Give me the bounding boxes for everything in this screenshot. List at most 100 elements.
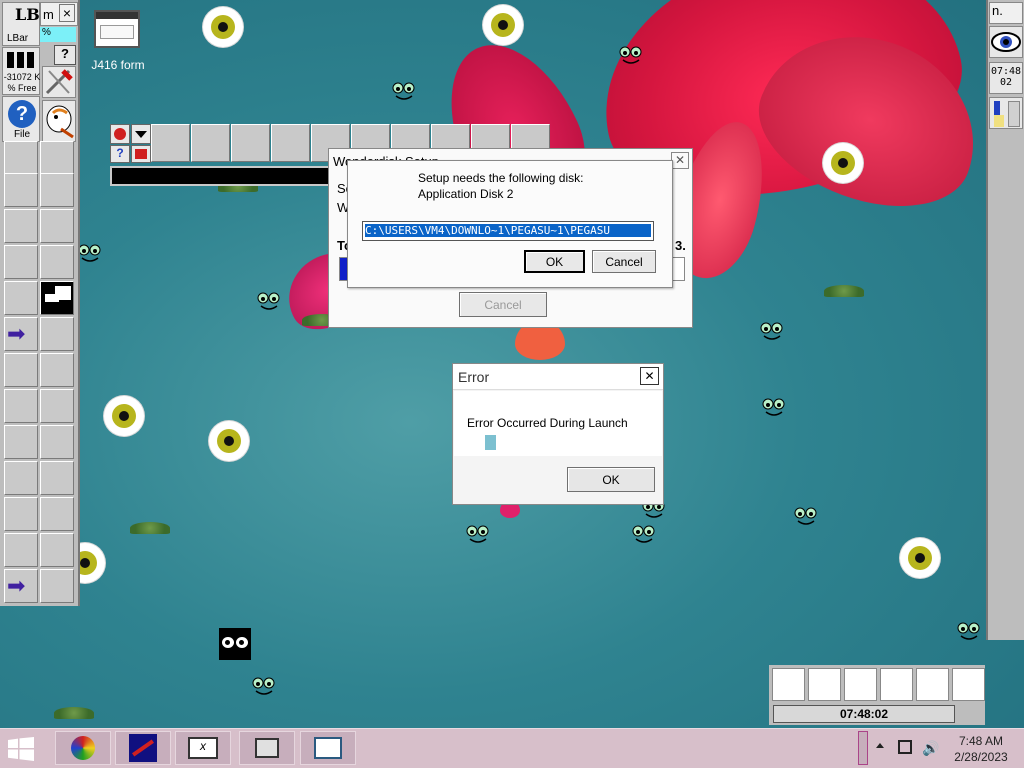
toolbar-slot[interactable] (40, 245, 74, 279)
arrow-right-icon: ➡ (7, 321, 26, 346)
disk-message-line2: Application Disk 2 (418, 187, 514, 201)
right-clock-panel: 07:48 02 (989, 62, 1023, 94)
speaker-icon[interactable]: 🔊 (922, 740, 939, 757)
disk-ok-button[interactable]: OK (524, 250, 585, 273)
right-toolbar: n. 07:48 02 (986, 0, 1024, 640)
lbar-title-partial: m × (40, 2, 78, 26)
computer-icon (255, 738, 279, 758)
close-icon[interactable]: ✕ (671, 152, 689, 169)
taskbar-app-computer[interactable] (239, 731, 295, 765)
toolbar-slot[interactable] (40, 389, 74, 423)
disk-cancel-button[interactable]: Cancel (592, 250, 656, 273)
face-sprite (390, 80, 418, 104)
file-help-button[interactable]: ? File (2, 96, 40, 142)
error-dialog: Error ✕ Error Occurred During Launch OK (452, 363, 664, 505)
chevron-up-icon[interactable] (876, 743, 884, 748)
toolbar-slot[interactable] (40, 533, 74, 567)
toolbar-slot[interactable] (4, 173, 38, 207)
toolbar-slot[interactable] (151, 124, 190, 162)
desktop-icon-j416[interactable]: J416 form (88, 10, 146, 74)
toolbar-slot[interactable] (40, 569, 74, 603)
toolbar-slot[interactable] (40, 209, 74, 243)
widget-slot[interactable] (808, 668, 841, 701)
gauge-icon[interactable] (989, 97, 1023, 129)
taskbar-time[interactable]: 7:48 AM (950, 734, 1012, 748)
toolbar-slot[interactable] (4, 425, 38, 459)
face-sprite (255, 290, 283, 314)
form-window-icon (94, 10, 140, 48)
close-icon[interactable]: × (59, 4, 75, 22)
error-titlebar: Error ✕ (453, 364, 663, 390)
help-circle-icon: ? (8, 100, 36, 128)
duck-icon[interactable] (42, 100, 76, 142)
toolbar-slot[interactable] (4, 245, 38, 279)
toolbar-slot[interactable] (231, 124, 270, 162)
taskbar-app-excel[interactable]: x (175, 731, 231, 765)
free-text: % Free (7, 83, 37, 93)
help-button[interactable]: ? (54, 45, 76, 65)
eye-monitor-icon[interactable] (989, 26, 1023, 58)
help-small-button[interactable]: ? (110, 145, 130, 163)
taskbar-date[interactable]: 2/28/2023 (950, 750, 1012, 764)
taskbar-app-installer[interactable] (115, 731, 171, 765)
widget-slot[interactable] (772, 668, 805, 701)
tools-icon[interactable] (42, 66, 76, 98)
error-ok-button[interactable]: OK (567, 467, 655, 492)
toolbar-slot[interactable] (191, 124, 230, 162)
toolbar-slot[interactable] (40, 461, 74, 495)
toolbar-slot[interactable] (4, 209, 38, 243)
grass-mound (824, 285, 864, 297)
toolbar-slot[interactable] (40, 317, 74, 351)
error-title: Error (458, 369, 490, 385)
toolbar-slot[interactable] (40, 141, 74, 175)
toolbar-slot[interactable] (4, 389, 38, 423)
lbar-logo[interactable]: LB LBar (2, 2, 40, 46)
toolbar-slot[interactable] (40, 353, 74, 387)
face-sprite (955, 620, 983, 644)
face-window-slot[interactable] (40, 281, 74, 315)
crosshair-button[interactable] (110, 124, 130, 144)
widget-slot[interactable] (880, 668, 913, 701)
arrow-slot[interactable]: ➡ (4, 317, 38, 351)
toolbar-slot[interactable] (40, 173, 74, 207)
file-label: File (13, 129, 31, 140)
toolbar-slot[interactable] (40, 425, 74, 459)
spreadsheet-icon: x (188, 737, 218, 759)
start-button[interactable] (8, 737, 38, 763)
toolbar-slot[interactable] (271, 124, 310, 162)
face-sprite (760, 396, 788, 420)
disk-path-input[interactable]: C:\USERS\VM4\DOWNLO~1\PEGASU~1\PEGASU (362, 221, 654, 241)
toolbar-slot[interactable] (4, 281, 38, 315)
taskbar-app-document[interactable] (300, 731, 356, 765)
digital-clock: 07:48:02 (773, 705, 955, 723)
toolbar-slot[interactable] (40, 497, 74, 531)
taskbar-app-colorwheel[interactable] (55, 731, 111, 765)
colorwheel-icon (71, 736, 95, 760)
toolbar-slot[interactable] (4, 461, 38, 495)
setup-cancel-button[interactable]: Cancel (459, 292, 547, 317)
grass-mound (130, 522, 170, 534)
face-sprite (792, 505, 820, 529)
lbar-memory-panel: -31072 K % Free (2, 47, 40, 95)
memory-bars-icon (7, 52, 37, 68)
grass-mound (54, 707, 94, 719)
clock-bottom-text: 02 (999, 77, 1013, 88)
arrow-slot[interactable]: ➡ (4, 569, 38, 603)
toolbar-status-bar (110, 166, 340, 186)
widget-slot[interactable] (916, 668, 949, 701)
exit-button[interactable] (131, 145, 151, 163)
toolbar-slot[interactable] (4, 353, 38, 387)
toolbar-slot[interactable] (4, 533, 38, 567)
widget-slot[interactable] (952, 668, 985, 701)
face-sprite (464, 523, 492, 547)
close-icon[interactable]: ✕ (640, 367, 659, 385)
network-icon[interactable] (898, 740, 912, 754)
left-toolbar: LB LBar m × % -31072 K % Free ? ? File ➡… (0, 0, 80, 606)
eyeball-sprite (900, 538, 940, 578)
widget-slot[interactable] (844, 668, 877, 701)
dropdown-button[interactable] (131, 124, 151, 144)
taskbar-handle[interactable] (858, 731, 868, 765)
toolbar-slot[interactable] (4, 497, 38, 531)
face-sprite (250, 675, 278, 699)
toolbar-slot[interactable] (4, 141, 38, 175)
